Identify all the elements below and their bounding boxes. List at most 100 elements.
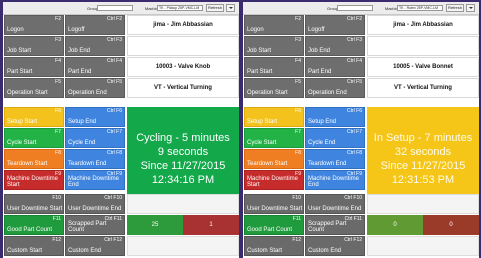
operation-end-button[interactable]: Ctrl F5 Operation End bbox=[65, 78, 125, 98]
teardown-start-button[interactable]: F8 Teardown Start bbox=[244, 149, 304, 169]
job-end-button[interactable]: Ctrl F3 Job End bbox=[65, 36, 125, 56]
good-part-count-button[interactable]: F11 Good Part Count bbox=[4, 215, 64, 235]
action-label: Operation Start bbox=[247, 90, 288, 96]
action-label: Part Start bbox=[247, 69, 273, 75]
machine-panel-right: Group Machine TK - Rutex 25P-VMC-LM Refr… bbox=[243, 2, 479, 258]
function-key-label: F11 bbox=[292, 216, 301, 222]
setup-end-button[interactable]: Ctrl F6 Setup End bbox=[305, 107, 365, 127]
scrap-count-display: 0 bbox=[423, 215, 479, 235]
scrap-count-display: 1 bbox=[183, 215, 239, 235]
operation-end-button[interactable]: Ctrl F5 Operation End bbox=[305, 78, 365, 98]
good-part-count-button[interactable]: F11 Good Part Count bbox=[244, 215, 304, 235]
setup-start-button[interactable]: F6 Setup Start bbox=[4, 107, 64, 127]
operation-display: VT - Vertical Turning bbox=[367, 78, 479, 98]
logoff-button[interactable]: Ctrl F2 Logoff bbox=[65, 15, 125, 35]
job-end-button[interactable]: Ctrl F3 Job End bbox=[305, 36, 365, 56]
function-key-label: F12 bbox=[292, 237, 301, 243]
function-key-label: Ctrl F7 bbox=[107, 129, 122, 135]
user-downtime-start-button[interactable]: F10 User Downtime Start bbox=[4, 194, 64, 214]
action-label: Custom End bbox=[308, 248, 342, 254]
cycle-end-button[interactable]: Ctrl F7 Cycle End bbox=[65, 128, 125, 148]
cycle-start-button[interactable]: F7 Cycle Start bbox=[4, 128, 64, 148]
user-downtime-end-button[interactable]: Ctrl F10 User Downtime End bbox=[305, 194, 365, 214]
machine-downtime-start-button[interactable]: F9 Machine Downtime Start bbox=[244, 170, 304, 190]
user-downtime-start-button[interactable]: F10 User Downtime Start bbox=[244, 194, 304, 214]
action-label: Logoff bbox=[68, 27, 85, 33]
action-label: Machine Downtime End bbox=[68, 176, 120, 188]
action-label: Operation End bbox=[68, 90, 107, 96]
operation-start-button[interactable]: F5 Operation Start bbox=[244, 78, 304, 98]
operation-display: VT - Vertical Turning bbox=[127, 78, 239, 98]
logoff-button[interactable]: Ctrl F2 Logoff bbox=[305, 15, 365, 35]
function-key-label: F8 bbox=[295, 150, 301, 156]
custom-start-button[interactable]: F12 Custom Start bbox=[4, 236, 64, 256]
action-label: Cycle Start bbox=[247, 140, 277, 146]
machine-downtime-start-button[interactable]: F9 Machine Downtime Start bbox=[4, 170, 64, 190]
action-label: User Downtime End bbox=[308, 206, 362, 212]
job-start-button[interactable]: F3 Job Start bbox=[244, 36, 304, 56]
action-label: Operation Start bbox=[7, 90, 48, 96]
function-key-label: F6 bbox=[55, 108, 61, 114]
logon-button[interactable]: F2 Logon bbox=[4, 15, 64, 35]
blank-display bbox=[367, 36, 479, 56]
function-key-label: Ctrl F6 bbox=[107, 108, 122, 114]
part-display: 10003 - Valve Knob bbox=[127, 57, 239, 77]
setup-end-button[interactable]: Ctrl F6 Setup End bbox=[65, 107, 125, 127]
action-label: User Downtime End bbox=[68, 206, 122, 212]
teardown-start-button[interactable]: F8 Teardown Start bbox=[4, 149, 64, 169]
refresh-button[interactable]: Refresh bbox=[446, 4, 464, 12]
good-count-display: 0 bbox=[367, 215, 423, 235]
blank-display bbox=[367, 194, 479, 214]
action-label: Teardown Start bbox=[247, 161, 288, 167]
logon-button[interactable]: F2 Logon bbox=[244, 15, 304, 35]
cycle-start-button[interactable]: F7 Cycle Start bbox=[244, 128, 304, 148]
operator-display: jima - Jim Abbassian bbox=[367, 15, 479, 35]
machine-select[interactable]: TK - Pickup 25P-VMC-LM bbox=[157, 5, 203, 11]
function-key-label: F7 bbox=[295, 129, 301, 135]
part-end-button[interactable]: Ctrl F4 Part End bbox=[65, 57, 125, 77]
custom-end-button[interactable]: Ctrl F12 Custom End bbox=[65, 236, 125, 256]
function-key-label: Ctrl F10 bbox=[104, 195, 122, 201]
group-select[interactable] bbox=[97, 5, 133, 11]
teardown-end-button[interactable]: Ctrl F8 Teardown End bbox=[65, 149, 125, 169]
action-label: Setup End bbox=[68, 119, 97, 125]
refresh-button[interactable]: Refresh bbox=[206, 4, 224, 12]
setup-start-button[interactable]: F6 Setup Start bbox=[244, 107, 304, 127]
machine-downtime-end-button[interactable]: Ctrl F9 Machine Downtime End bbox=[305, 170, 365, 190]
function-key-label: F4 bbox=[295, 58, 301, 64]
action-label: Setup End bbox=[308, 119, 337, 125]
action-label: Machine Downtime End bbox=[308, 176, 360, 188]
custom-start-button[interactable]: F12 Custom Start bbox=[244, 236, 304, 256]
job-start-button[interactable]: F3 Job Start bbox=[4, 36, 64, 56]
user-downtime-end-button[interactable]: Ctrl F10 User Downtime End bbox=[65, 194, 125, 214]
part-start-button[interactable]: F4 Part Start bbox=[4, 57, 64, 77]
part-end-button[interactable]: Ctrl F4 Part End bbox=[305, 57, 365, 77]
action-label: Custom End bbox=[68, 248, 102, 254]
chevron-down-icon[interactable] bbox=[466, 4, 475, 12]
custom-end-button[interactable]: Ctrl F12 Custom End bbox=[305, 236, 365, 256]
action-label: Custom Start bbox=[7, 248, 43, 254]
machine-downtime-end-button[interactable]: Ctrl F9 Machine Downtime End bbox=[65, 170, 125, 190]
action-label: Part End bbox=[68, 69, 92, 75]
status-text: 9 seconds bbox=[157, 145, 209, 158]
status-text: Cycling - 5 minutes bbox=[136, 131, 230, 144]
action-label: Scrapped Part Count bbox=[68, 221, 107, 233]
chevron-down-icon[interactable] bbox=[226, 4, 235, 12]
function-key-label: Ctrl F8 bbox=[347, 150, 362, 156]
action-label: Part Start bbox=[7, 69, 33, 75]
action-label: Teardown Start bbox=[7, 161, 48, 167]
action-label: Job End bbox=[68, 48, 91, 54]
operation-start-button[interactable]: F5 Operation Start bbox=[4, 78, 64, 98]
function-key-label: F10 bbox=[292, 195, 301, 201]
scrapped-part-count-button[interactable]: Ctrl F11 Scrapped Part Count bbox=[305, 215, 365, 235]
function-key-label: F11 bbox=[52, 216, 61, 222]
scrapped-part-count-button[interactable]: Ctrl F11 Scrapped Part Count bbox=[65, 215, 125, 235]
panel-toolbar: Group Machine TK - Pickup 25P-VMC-LM Ref… bbox=[3, 2, 239, 15]
machine-select[interactable]: TK - Rutex 25P-VMC-LM bbox=[397, 5, 443, 11]
cycle-end-button[interactable]: Ctrl F7 Cycle End bbox=[305, 128, 365, 148]
function-key-label: Ctrl F12 bbox=[344, 237, 362, 243]
teardown-end-button[interactable]: Ctrl F8 Teardown End bbox=[305, 149, 365, 169]
group-select[interactable] bbox=[337, 5, 373, 11]
part-start-button[interactable]: F4 Part Start bbox=[244, 57, 304, 77]
status-text: Since 11/27/2015 bbox=[140, 159, 226, 172]
